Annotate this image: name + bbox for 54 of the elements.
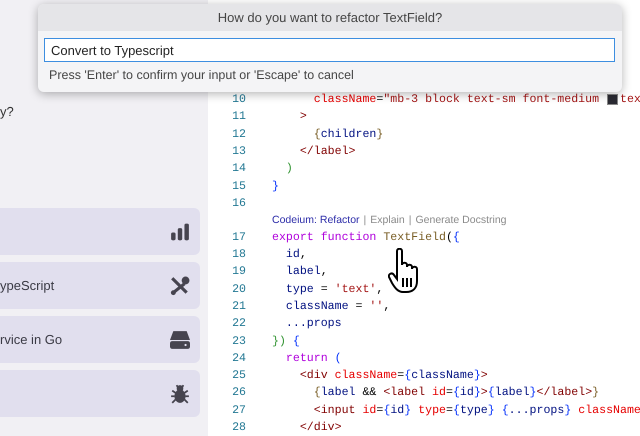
code-text: type = 'text', [284,282,384,296]
bug-icon [170,384,190,404]
code-text: {label && <label id={id}>{label}</label>} [312,386,600,400]
code-text: tex [620,93,640,106]
code-text: } [272,180,279,193]
suggestion-card[interactable]: rvice in Go [0,316,200,363]
bar-chart-icon [170,222,190,242]
suggestion-card[interactable]: ypeScript [0,262,200,309]
line-number: 18 [231,248,246,262]
question-text: y? [0,104,14,121]
line-number: 24 [231,352,246,365]
code-text: }) { [272,334,300,348]
code-text: <div className={className}> [298,369,488,382]
line-number: 21 [231,300,246,313]
line-number: 12 [231,128,246,141]
hard-drive-icon [170,330,190,350]
code-text: {children} [312,128,384,141]
suggestion-card[interactable] [0,370,200,417]
line-number: 13 [231,145,246,158]
line-number: 20 [231,282,246,296]
code-text: label, [284,265,328,278]
line-number: 27 [231,404,246,417]
line-number: 10 [231,93,246,106]
line-number: 14 [231,162,246,176]
code-text: className="mb-3 block text-sm font-medium [312,93,600,106]
line-number: 26 [231,386,246,400]
code-text: </label> [298,145,356,158]
line-number: 25 [231,369,246,382]
line-number: 15 [231,180,246,193]
code-text: <input id={id} type={type} {...props} className [312,404,640,417]
code-text: id, [284,248,307,262]
line-number: 19 [231,265,246,278]
code-text: return ( [284,352,342,365]
line-number: 17 [231,230,246,244]
code-text: ) [284,162,293,176]
line-number: 22 [231,317,246,330]
codelens-link[interactable]: Codeium: Refactor [272,214,360,226]
input-field[interactable]: Convert to Typescript [44,38,615,62]
line-number: 11 [231,110,246,124]
card-label: ypeScript [0,278,54,293]
code-text: </div> [298,420,342,434]
line-number: 16 [231,196,246,210]
separator-text: | [364,214,366,226]
line-number: 23 [231,334,246,348]
code-text: className = '', [284,300,390,313]
code-text: ...props [284,317,342,330]
hint-text: Press 'Enter' to confirm your input or 'Escape' to cancel [48,67,355,82]
wrench-screwdriver-icon [170,276,190,296]
dialog-title: How do you want to refactor TextField? [38,4,622,31]
code-text: > [298,110,307,124]
code-text: export function TextField({ [272,230,460,244]
separator-text: | [408,214,412,226]
card-label: rvice in Go [0,332,62,347]
line-number: 28 [231,420,246,434]
